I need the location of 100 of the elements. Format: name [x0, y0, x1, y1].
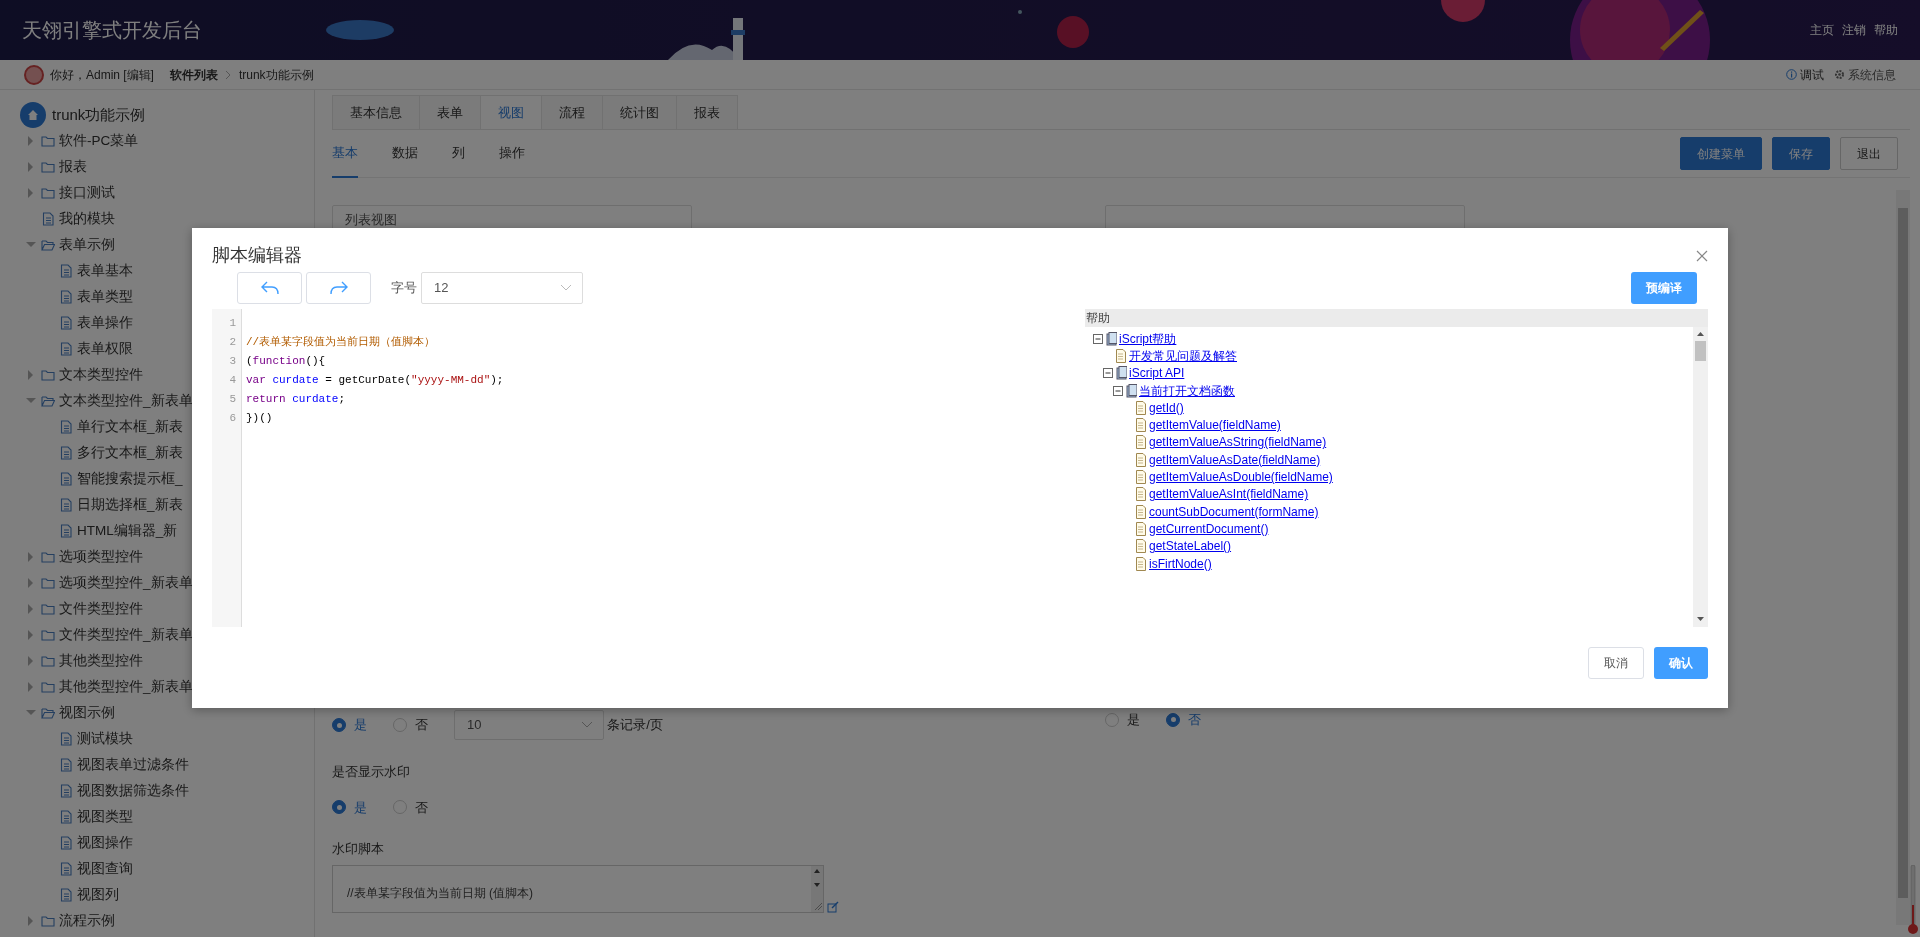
folder-icon — [41, 628, 55, 642]
avatar — [24, 64, 44, 85]
tree-item[interactable]: 流程示例 — [0, 908, 314, 934]
scrollbar[interactable] — [1693, 327, 1708, 627]
document-icon — [59, 810, 73, 824]
tree-item[interactable]: 报表 — [0, 154, 314, 180]
undo-icon — [259, 281, 280, 295]
help-link[interactable]: getId() — [1149, 398, 1184, 417]
book-icon — [1105, 331, 1117, 346]
button[interactable]: 退出 — [1840, 137, 1898, 170]
tree-item[interactable]: 视图类型 — [0, 804, 314, 830]
collapse-icon[interactable] — [1113, 385, 1123, 396]
header-action-link[interactable]: 调试 — [1786, 65, 1824, 84]
document-icon — [1135, 521, 1147, 536]
radio-button[interactable] — [1105, 712, 1119, 727]
header-link[interactable]: 帮助 — [1874, 21, 1898, 39]
confirm-button[interactable]: 确认 — [1654, 647, 1708, 679]
code-line: var curdate = getCurDate("yyyy-MM-dd"); — [246, 373, 505, 388]
help-link[interactable]: countSubDocument(formName) — [1149, 502, 1319, 521]
undo-button[interactable] — [237, 272, 302, 304]
line-number: 6 — [228, 411, 237, 426]
code-line: return curdate; — [246, 392, 347, 407]
tab[interactable]: 报表 — [676, 95, 738, 129]
chevron-icon — [224, 69, 233, 80]
help-link[interactable]: getItemValueAsDate(fieldName) — [1149, 450, 1321, 469]
breadcrumb-link[interactable]: trunk功能示例 — [238, 65, 314, 84]
book-icon — [1115, 366, 1127, 381]
header-action-link[interactable]: 系统信息 — [1834, 65, 1896, 84]
collapse-icon[interactable] — [1103, 368, 1113, 379]
code-line: //表单某字段值为当前日期（值脚本） — [246, 335, 437, 350]
field-label: 是否显示水印 — [332, 763, 411, 781]
folder-icon — [41, 160, 55, 174]
tree-item[interactable]: 我的模块 — [0, 206, 314, 232]
folder-icon — [41, 654, 55, 668]
document-icon — [59, 784, 73, 798]
folder-icon — [41, 368, 55, 382]
thermometer-icon — [1908, 865, 1918, 935]
tab[interactable]: 基本 — [332, 129, 358, 178]
document-icon — [1135, 452, 1147, 467]
tree-item[interactable]: 软件-PC菜单 — [0, 128, 314, 154]
radio-button[interactable] — [393, 718, 407, 732]
font-size-select[interactable]: 12 — [421, 272, 583, 304]
tree-item[interactable]: 视图数据筛选条件 — [0, 778, 314, 804]
header-link[interactable]: 主页 — [1810, 21, 1834, 39]
redo-icon — [328, 281, 349, 295]
tree-item[interactable]: 视图示例 — [0, 700, 314, 726]
document-icon — [59, 836, 73, 850]
tree-item[interactable]: 表单类型 — [0, 284, 314, 310]
cancel-button[interactable]: 取消 — [1588, 647, 1644, 679]
document-icon — [1135, 487, 1147, 502]
document-icon — [59, 420, 73, 434]
radio-button[interactable] — [332, 718, 346, 732]
tree-item[interactable]: 接口测试 — [0, 180, 314, 206]
radio-button[interactable] — [332, 800, 346, 815]
field-label: 水印脚本 — [332, 840, 385, 858]
button[interactable]: 保存 — [1772, 137, 1830, 170]
tab[interactable]: 操作 — [499, 129, 525, 178]
document-icon — [1135, 435, 1147, 450]
button[interactable]: 创建菜单 — [1680, 137, 1762, 170]
help-link[interactable]: isFirtNode() — [1149, 554, 1212, 573]
help-link[interactable]: iScript帮助 — [1119, 329, 1177, 348]
close-icon — [1696, 249, 1708, 262]
info-icon — [1786, 69, 1797, 80]
tree-item[interactable]: 测试模块 — [0, 726, 314, 752]
help-link[interactable]: 开发常见问题及解答 — [1129, 346, 1237, 365]
collapse-icon[interactable] — [1093, 333, 1103, 344]
edit-link[interactable]: [编辑] — [123, 65, 154, 84]
folder-icon — [41, 394, 55, 408]
tab[interactable]: 列 — [452, 129, 465, 178]
help-link[interactable]: iScript API — [1129, 364, 1185, 383]
tree-item[interactable]: 其他类型控件_新表单 — [0, 674, 314, 700]
precompile-button[interactable]: 预编译 — [1631, 272, 1697, 304]
help-link[interactable]: getItemValueAsInt(fieldName) — [1149, 485, 1309, 504]
dialog-title: 脚本编辑器 — [212, 243, 302, 267]
help-link[interactable]: getCurrentDocument() — [1149, 519, 1269, 538]
panel-header: 帮助 — [1085, 309, 1708, 327]
home-icon[interactable] — [20, 102, 46, 128]
scrollbar[interactable] — [1896, 190, 1910, 925]
header-link[interactable]: 注销 — [1842, 21, 1866, 39]
tab[interactable]: 表单 — [419, 95, 481, 129]
page-size-select[interactable]: 10 — [454, 710, 604, 740]
tab[interactable]: 统计图 — [602, 95, 677, 129]
tab[interactable]: 数据 — [392, 129, 418, 178]
help-link[interactable]: 当前打开文档函数 — [1139, 381, 1235, 400]
script-textarea[interactable]: //表单某字段值为当前日期 (值脚本) — [332, 864, 824, 913]
tab[interactable]: 流程 — [541, 95, 603, 129]
tree-item[interactable]: 视图表单过滤条件 — [0, 752, 314, 778]
tree-item[interactable]: 视图操作 — [0, 830, 314, 856]
help-link[interactable]: getItemValue(fieldName) — [1149, 416, 1281, 435]
breadcrumb-link[interactable]: 软件列表 — [169, 65, 218, 84]
help-link[interactable]: getItemValueAsDouble(fieldName) — [1149, 468, 1333, 487]
radio-button[interactable] — [1166, 712, 1180, 727]
tree-item[interactable]: 视图列 — [0, 882, 314, 908]
tab[interactable]: 基本信息 — [332, 95, 420, 129]
tree-item[interactable]: 其他类型控件 — [0, 648, 314, 674]
document-icon — [1135, 539, 1147, 554]
help-link[interactable]: getStateLabel() — [1149, 537, 1232, 556]
help-link[interactable]: getItemValueAsString(fieldName) — [1149, 433, 1327, 452]
tree-item[interactable]: 视图查询 — [0, 856, 314, 882]
redo-button[interactable] — [306, 272, 371, 304]
